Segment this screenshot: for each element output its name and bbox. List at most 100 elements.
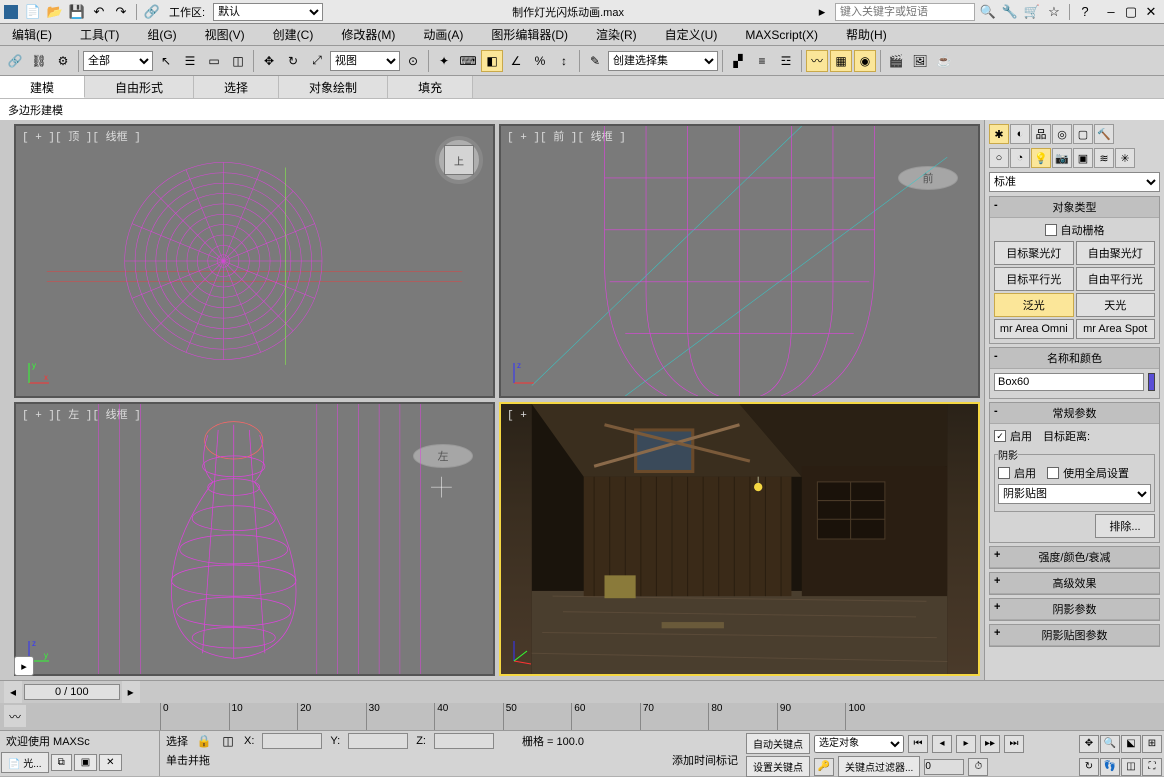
menu-grapheditors[interactable]: 图形编辑器(D) (487, 24, 572, 45)
nav-region-icon[interactable]: ◫ (1121, 758, 1141, 776)
cart-icon[interactable]: 🛒 (1023, 3, 1041, 21)
workspace-select[interactable]: 默认 (213, 3, 323, 21)
menu-customize[interactable]: 自定义(U) (661, 24, 722, 45)
star-icon[interactable]: ☆ (1045, 3, 1063, 21)
binoculars-icon[interactable]: 🔍 (979, 3, 997, 21)
keyfilter-button[interactable]: 关键点过滤器... (838, 756, 920, 777)
render-setup-icon[interactable]: 🎬 (885, 50, 907, 72)
nav-walk-icon[interactable]: 👣 (1100, 758, 1120, 776)
maximize-button[interactable]: ▢ (1122, 3, 1140, 21)
time-config-icon[interactable]: ⏱ (968, 758, 988, 776)
viewport-left[interactable]: [ + ][ 左 ][ 线框 ] 左 zy (14, 402, 495, 676)
wrench-icon[interactable]: 🔧 (1001, 3, 1019, 21)
ribbon-tab-selection[interactable]: 选择 (194, 76, 279, 98)
btn-mr-omni[interactable]: mr Area Omni (994, 319, 1074, 339)
schematic-icon[interactable]: ▦ (830, 50, 852, 72)
cameras-icon[interactable]: 📷 (1052, 148, 1072, 168)
select-window-icon[interactable]: ◫ (227, 50, 249, 72)
modify-tab-icon[interactable]: ◐ (1010, 124, 1030, 144)
timeline-next[interactable]: ▸ (122, 681, 140, 703)
pivot-icon[interactable]: ⊙ (402, 50, 424, 72)
menu-rendering[interactable]: 渲染(R) (592, 24, 641, 45)
time-slider[interactable]: 0 / 100 (24, 684, 120, 700)
geometry-icon[interactable]: ○ (989, 148, 1009, 168)
x-input[interactable] (262, 733, 322, 749)
select-icon[interactable]: ↖ (155, 50, 177, 72)
next-frame-icon[interactable]: ▸▸ (980, 735, 1000, 753)
add-time-tag[interactable]: 添加时间标记 (672, 752, 738, 768)
btn-free-dir[interactable]: 自由平行光 (1076, 267, 1156, 291)
menu-edit[interactable]: 编辑(E) (8, 24, 56, 45)
goto-start-icon[interactable]: ⏮ (908, 735, 928, 753)
scale-icon[interactable]: ⤢ (306, 50, 328, 72)
move-icon[interactable]: ✥ (258, 50, 280, 72)
select-name-icon[interactable]: ☰ (179, 50, 201, 72)
keyboard-icon[interactable]: ⌨ (457, 50, 479, 72)
unlink-tool-icon[interactable]: ⛓ (28, 50, 50, 72)
angle-snap-icon[interactable]: ∠ (505, 50, 527, 72)
ribbon-tab-populate[interactable]: 填充 (388, 76, 473, 98)
shadow-type-select[interactable]: 阴影贴图 (998, 484, 1151, 504)
menu-create[interactable]: 创建(C) (269, 24, 318, 45)
lights-icon[interactable]: 💡 (1031, 148, 1051, 168)
btn-target-dir[interactable]: 目标平行光 (994, 267, 1074, 291)
bind-tool-icon[interactable]: ⚙ (52, 50, 74, 72)
taskbar-item[interactable]: 📄 光... (1, 752, 49, 773)
align-icon[interactable]: ≡ (751, 50, 773, 72)
save-icon[interactable]: 💾 (68, 3, 86, 21)
link-tool-icon[interactable]: 🔗 (4, 50, 26, 72)
mirror-icon[interactable]: ▞ (727, 50, 749, 72)
render-icon[interactable]: ☕ (933, 50, 955, 72)
material-icon[interactable]: ◉ (854, 50, 876, 72)
viewport-camera[interactable]: [ + ][ Camera01 ][ 平滑 + 高光 ] (499, 402, 980, 676)
ref-coord-select[interactable]: 视图 (330, 51, 400, 71)
link-icon[interactable]: 🔗 (143, 3, 161, 21)
timeline-prev[interactable]: ◂ (4, 681, 22, 703)
layers-icon[interactable]: ☲ (775, 50, 797, 72)
viewport-front[interactable]: [ + ][ 前 ][ 线框 ] 前 z (499, 124, 980, 398)
play-icon[interactable]: ▸ (813, 3, 831, 21)
mini-curve-icon[interactable]: 〰 (4, 705, 26, 727)
motion-tab-icon[interactable]: ◎ (1052, 124, 1072, 144)
nav-pan-icon[interactable]: ✥ (1079, 735, 1099, 753)
rotate-icon[interactable]: ↻ (282, 50, 304, 72)
taskbar-close-icon[interactable]: ✕ (99, 754, 121, 771)
rollout-hdr-shadowp[interactable]: +阴影参数 (990, 599, 1159, 620)
open-icon[interactable]: 📂 (46, 3, 64, 21)
redo-icon[interactable]: ↷ (112, 3, 130, 21)
ribbon-panel-polymodeling[interactable]: 多边形建模 (0, 98, 1164, 120)
viewport-top[interactable]: [ + ][ 顶 ][ 线框 ] 上 xy (14, 124, 495, 398)
exclude-button[interactable]: 排除... (1095, 514, 1155, 538)
shapes-icon[interactable]: ◔ (1010, 148, 1030, 168)
nav-fov-icon[interactable]: ⬕ (1121, 735, 1141, 753)
maxscript-listener[interactable]: 欢迎使用 MAXSc (0, 731, 159, 751)
minimize-button[interactable]: – (1102, 3, 1120, 21)
menu-tools[interactable]: 工具(T) (76, 24, 123, 45)
autogrid-checkbox[interactable] (1045, 224, 1057, 236)
spinner-snap-icon[interactable]: ↕ (553, 50, 575, 72)
y-input[interactable] (348, 733, 408, 749)
object-color-swatch[interactable] (1148, 373, 1155, 391)
taskbar-tile-icon[interactable]: ▣ (74, 754, 97, 771)
key-mode-select[interactable]: 选定对象 (814, 735, 904, 753)
ribbon-tab-modeling[interactable]: 建模 (0, 76, 85, 98)
hierarchy-tab-icon[interactable]: 品 (1031, 124, 1051, 144)
btn-mr-spot[interactable]: mr Area Spot (1076, 319, 1156, 339)
rollout-hdr-advanced[interactable]: +高级效果 (990, 573, 1159, 594)
named-set-edit-icon[interactable]: ✎ (584, 50, 606, 72)
systems-icon[interactable]: ✳ (1115, 148, 1135, 168)
menu-group[interactable]: 组(G) (143, 24, 180, 45)
menu-animation[interactable]: 动画(A) (419, 24, 467, 45)
named-selection-set[interactable]: 创建选择集 (608, 51, 718, 71)
selection-filter[interactable]: 全部 (83, 51, 153, 71)
ribbon-tab-objpaint[interactable]: 对象绘制 (279, 76, 388, 98)
prev-frame-icon[interactable]: ◂ (932, 735, 952, 753)
viewport-play-button[interactable]: ▸ (14, 656, 34, 676)
create-tab-icon[interactable]: ✱ (989, 124, 1009, 144)
time-ruler[interactable]: 0 10 20 30 40 50 60 70 80 90 100 (160, 703, 914, 730)
rollout-hdr-general[interactable]: -常规参数 (990, 403, 1159, 424)
btn-skylight[interactable]: 天光 (1076, 293, 1156, 317)
key-icon[interactable]: 🔑 (814, 758, 834, 776)
ribbon-tab-freeform[interactable]: 自由形式 (85, 76, 194, 98)
setkey-button[interactable]: 设置关键点 (746, 756, 810, 777)
